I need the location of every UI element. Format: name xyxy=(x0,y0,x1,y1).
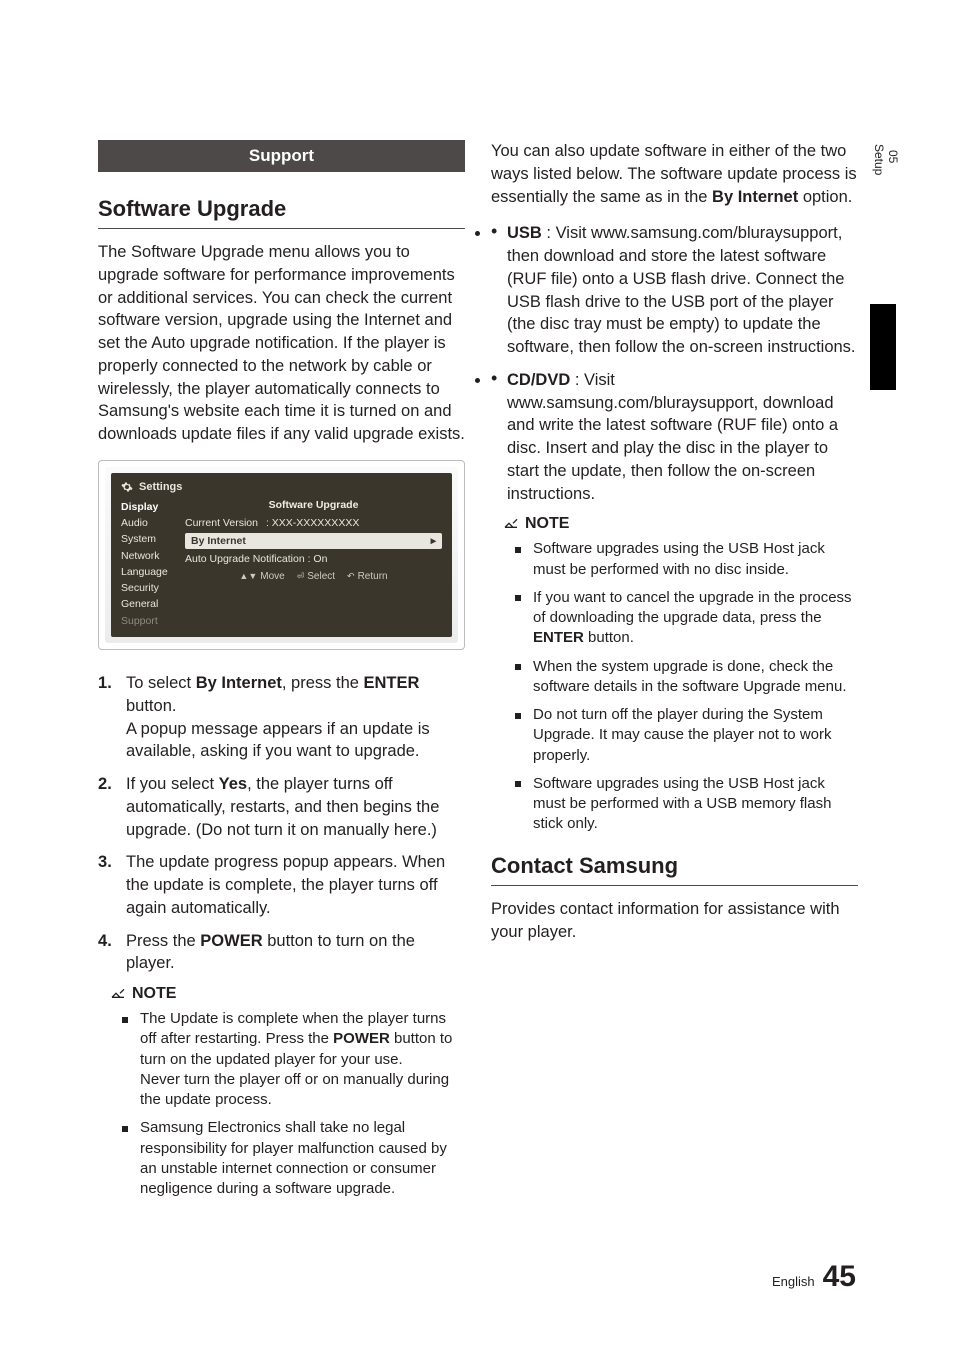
osd-title: Settings xyxy=(111,479,452,499)
step-3: The update progress popup appears. When … xyxy=(98,851,465,919)
osd-nav-general[interactable]: General xyxy=(121,596,179,612)
step-4: Press the POWER button to turn on the pl… xyxy=(98,930,465,976)
heading-rule xyxy=(491,885,858,886)
page-footer: English 45 xyxy=(772,1260,856,1294)
osd-auto-notification[interactable]: Auto Upgrade Notification : On xyxy=(185,553,442,565)
osd-help-return: Return xyxy=(347,571,388,582)
osd-current-version-value: : XXX-XXXXXXXXX xyxy=(266,517,359,529)
left-column: Support Software Upgrade The Software Up… xyxy=(98,140,465,1207)
heading-contact-samsung: Contact Samsung xyxy=(491,853,858,879)
note-left-2: Samsung Electronics shall take no legal … xyxy=(122,1118,465,1199)
osd-by-internet-label: By Internet xyxy=(191,535,246,547)
osd-nav-network[interactable]: Network xyxy=(121,548,179,564)
note-label: NOTE xyxy=(132,985,176,1003)
footer-page-number: 45 xyxy=(823,1260,856,1294)
step-2: If you select Yes, the player turns off … xyxy=(98,773,465,841)
note-icon xyxy=(110,986,126,1002)
step-1: To select By Internet, press the ENTER b… xyxy=(98,672,465,763)
footer-language: English xyxy=(772,1274,815,1289)
note-left-1: The Update is complete when the player t… xyxy=(122,1009,465,1110)
update-methods-list: USB : Visit www.samsung.com/bluraysuppor… xyxy=(491,222,858,505)
osd-nav: Display Audio System Network Language Se… xyxy=(121,499,179,629)
note-right-2: If you want to cancel the upgrade in the… xyxy=(515,588,858,649)
osd-nav-system[interactable]: System xyxy=(121,531,179,547)
osd-nav-security[interactable]: Security xyxy=(121,580,179,596)
right-column: You can also update software in either o… xyxy=(491,140,858,1207)
osd-screenshot: Settings Display Audio System Network La… xyxy=(98,460,465,650)
gear-icon xyxy=(121,481,133,493)
note-right-4: Do not turn off the player during the Sy… xyxy=(515,705,858,766)
osd-panel: Software Upgrade Current Version : XXX-X… xyxy=(185,499,442,629)
osd-nav-audio[interactable]: Audio xyxy=(121,515,179,531)
chapter-title: Setup xyxy=(872,144,886,175)
note-icon xyxy=(503,516,519,532)
method-cddvd: CD/DVD : Visit www.samsung.com/bluraysup… xyxy=(491,369,858,506)
note-right-1: Software upgrades using the USB Host jac… xyxy=(515,539,858,580)
note-right-3: When the system upgrade is done, check t… xyxy=(515,657,858,698)
notes-list-right: Software upgrades using the USB Host jac… xyxy=(491,539,858,834)
osd-help-select: Select xyxy=(297,571,335,582)
section-banner-support: Support xyxy=(98,140,465,172)
heading-rule xyxy=(98,228,465,229)
note-right-5: Software upgrades using the USB Host jac… xyxy=(515,774,858,835)
note-label: NOTE xyxy=(525,515,569,533)
note-header-left: NOTE xyxy=(110,985,465,1003)
osd-panel-title: Software Upgrade xyxy=(185,499,442,511)
note-header-right: NOTE xyxy=(503,515,858,533)
steps-list: To select By Internet, press the ENTER b… xyxy=(98,672,465,975)
heading-software-upgrade: Software Upgrade xyxy=(98,196,465,222)
also-update-paragraph: You can also update software in either o… xyxy=(491,140,858,208)
intro-paragraph: The Software Upgrade menu allows you to … xyxy=(98,241,465,446)
osd-nav-language[interactable]: Language xyxy=(121,564,179,580)
osd-help-bar: Move Select Return xyxy=(185,571,442,582)
contact-paragraph: Provides contact information for assista… xyxy=(491,898,858,944)
osd-by-internet[interactable]: By Internet ▸ xyxy=(185,533,442,549)
osd-nav-display[interactable]: Display xyxy=(121,499,179,515)
osd-nav-support[interactable]: Support xyxy=(121,613,179,629)
chapter-number: 05 xyxy=(886,144,900,169)
thumb-index-bar xyxy=(870,304,896,390)
notes-list-left: The Update is complete when the player t… xyxy=(98,1009,465,1199)
method-usb: USB : Visit www.samsung.com/bluraysuppor… xyxy=(491,222,858,359)
chapter-side-tab: 05 Setup xyxy=(872,144,888,264)
osd-title-text: Settings xyxy=(139,481,182,493)
chevron-right-icon: ▸ xyxy=(431,535,436,547)
osd-help-move: Move xyxy=(239,571,284,582)
osd-current-version-label: Current Version xyxy=(185,517,258,529)
